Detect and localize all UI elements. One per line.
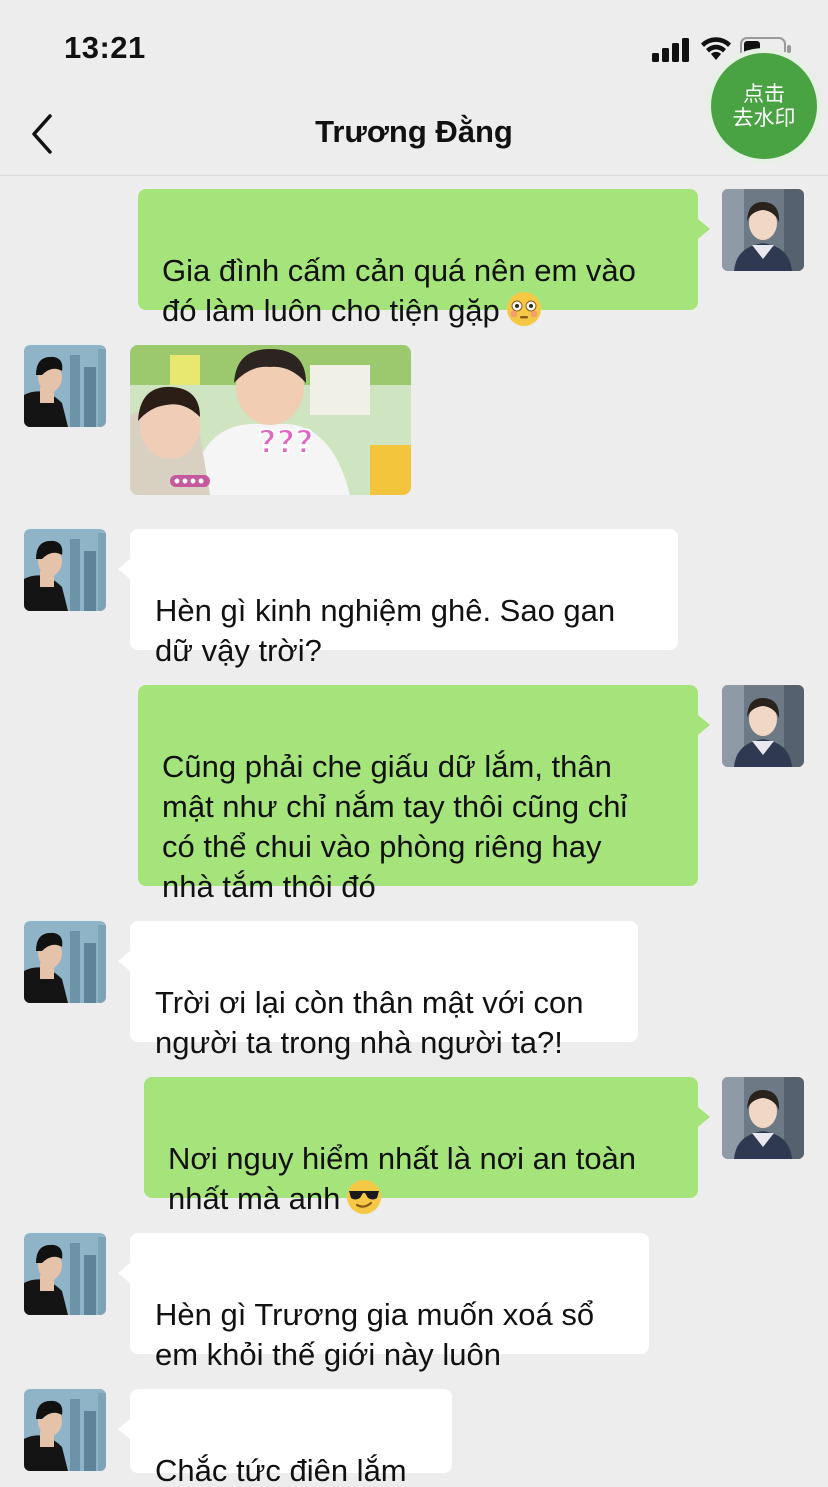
- avatar-self[interactable]: [722, 189, 804, 271]
- flushed-face-emoji-icon: [506, 292, 541, 326]
- chat-header: Trương Đằng: [0, 92, 828, 176]
- sticker-caption: ???: [258, 423, 314, 461]
- avatar-self-image: [722, 685, 804, 767]
- avatar-self[interactable]: [722, 1077, 804, 1159]
- message-bubble-incoming[interactable]: Hèn gì Trương gia muốn xoá sổ em khỏi th…: [118, 1233, 649, 1372]
- message-bubble-incoming[interactable]: Hèn gì kinh nghiệm ghê. Sao gan dữ vậy t…: [118, 529, 678, 668]
- message-text: Hèn gì kinh nghiệm ghê. Sao gan dữ vậy t…: [155, 593, 616, 668]
- wifi-icon: [701, 37, 731, 60]
- avatar-contact[interactable]: [24, 345, 106, 427]
- message-text: Chắc tức điên lắm: [155, 1453, 407, 1487]
- sticker-image[interactable]: ???: [130, 345, 411, 495]
- avatar-self-image: [722, 1077, 804, 1159]
- avatar-contact-image: [24, 529, 106, 611]
- avatar-contact[interactable]: [24, 1233, 106, 1315]
- sticker-graphic: ???: [130, 345, 411, 495]
- cellular-signal-icon: [652, 38, 689, 62]
- avatar-contact-image: [24, 1389, 106, 1471]
- avatar-self[interactable]: [722, 685, 804, 767]
- avatar-contact[interactable]: [24, 1389, 106, 1471]
- chat-title: Trương Đằng: [315, 114, 513, 149]
- message-text: Trời ơi lại còn thân mật với con người t…: [155, 985, 584, 1060]
- avatar-contact-image: [24, 1233, 106, 1315]
- avatar-self-image: [722, 189, 804, 271]
- message-text: Cũng phải che giấu dữ lắm, thân mật như …: [162, 749, 628, 904]
- avatar-contact[interactable]: [24, 921, 106, 1003]
- avatar-contact[interactable]: [24, 529, 106, 611]
- status-bar: 13:21: [0, 0, 828, 92]
- message-bubble-outgoing[interactable]: Cũng phải che giấu dữ lắm, thân mật như …: [138, 685, 710, 904]
- avatar-contact-image: [24, 921, 106, 1003]
- message-bubble-incoming[interactable]: Chắc tức điên lắm: [118, 1389, 452, 1487]
- message-text: Gia đình cấm cản quá nên em vào đó làm l…: [162, 253, 636, 328]
- message-text: Hèn gì Trương gia muốn xoá sổ em khỏi th…: [155, 1297, 595, 1372]
- message-bubble-outgoing[interactable]: Gia đình cấm cản quá nên em vào đó làm l…: [138, 189, 710, 328]
- sunglasses-face-emoji-icon: [347, 1180, 382, 1214]
- avatar-contact-image: [24, 345, 106, 427]
- message-bubble-outgoing[interactable]: Nơi nguy hiểm nhất là nơi an toàn nhất m…: [144, 1077, 710, 1216]
- remove-watermark-label-1: 点击: [743, 82, 785, 106]
- message-text: Nơi nguy hiểm nhất là nơi an toàn nhất m…: [168, 1141, 637, 1216]
- message-bubble-incoming[interactable]: Trời ơi lại còn thân mật với con người t…: [118, 921, 638, 1060]
- status-time: 13:21: [64, 30, 146, 65]
- remove-watermark-button[interactable]: 点击 去水印: [706, 48, 822, 164]
- remove-watermark-label-2: 去水印: [732, 106, 796, 130]
